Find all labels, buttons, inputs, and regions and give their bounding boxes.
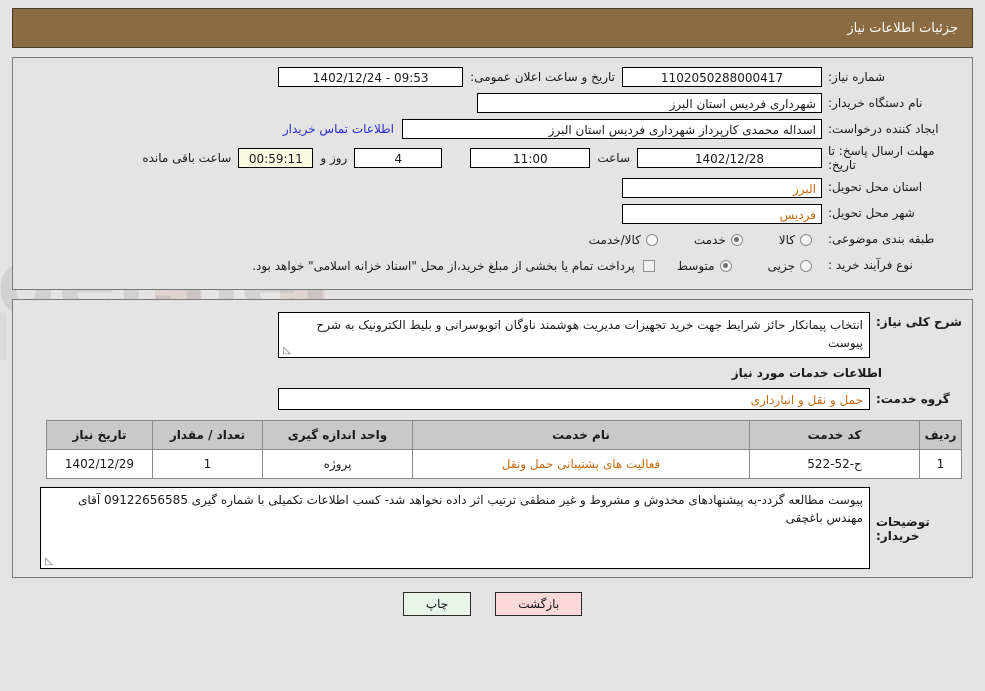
row-purchase-process: نوع فرآیند خرید : جزیی متوسط پرداخت تمام… <box>23 255 962 277</box>
category-option-khedmat[interactable]: خدمت <box>672 233 753 247</box>
category-option-kala-khedmat-label: کالا/خدمت <box>588 232 641 247</box>
services-section-title: اطلاعات خدمات مورد نیاز <box>731 365 882 380</box>
service-group-label: گروه خدمت: <box>876 391 950 406</box>
province-label: استان محل تحویل: <box>828 180 923 195</box>
public-announce-value: 09:53 - 1402/12/24 <box>278 67 464 87</box>
titlebar-container: جزئیات اطلاعات نیاز <box>0 0 985 48</box>
row-response-deadline: مهلت ارسال پاسخ: تا تاریخ: 1402/12/28 سا… <box>23 144 962 173</box>
treasury-checkbox[interactable] <box>642 259 655 272</box>
deadline-label: مهلت ارسال پاسخ: تا تاریخ: <box>828 144 935 173</box>
row-need-number: شماره نیاز: 1102050288000417 تاریخ و ساع… <box>23 66 962 88</box>
page-titlebar: جزئیات اطلاعات نیاز <box>12 8 973 48</box>
remaining-timer-value: 00:59:11 <box>238 148 314 169</box>
table-header-service-code: کد خدمت <box>749 419 920 450</box>
row-request-creator: ایجاد کننده درخواست: اسداله محمدی کارپرد… <box>23 118 962 140</box>
process-option-jozei-label: جزیی <box>767 258 795 273</box>
process-option-motevaset[interactable]: متوسط <box>655 259 742 273</box>
category-option-kala-label: کالا <box>778 232 795 247</box>
table-header-need-date: تاریخ نیاز <box>46 419 153 450</box>
resize-handle-icon-buyer[interactable]: ◺ <box>43 556 53 567</box>
category-option-kala-khedmat[interactable]: کالا/خدمت <box>567 233 668 247</box>
buyer-org-value: شهرداری فردیس استان البرز <box>477 93 822 113</box>
deadline-hour-value: 11:00 <box>470 148 591 169</box>
process-option-jozei[interactable]: جزیی <box>746 259 822 273</box>
buyer-notes-label: توضیحات خریدار: <box>876 514 930 543</box>
province-value: البرز <box>622 177 822 198</box>
radio-icon-khedmat[interactable] <box>730 233 743 246</box>
table-header-unit: واحد اندازه گیری <box>262 419 413 450</box>
table-header-service-name: نام خدمت <box>412 419 750 450</box>
buyer-org-label: نام دستگاه خریدار: <box>828 95 923 110</box>
resize-handle-icon[interactable]: ◺ <box>281 345 291 356</box>
cell-need-date: 1402/12/29 <box>46 448 153 479</box>
radio-icon-kala-khedmat[interactable] <box>645 233 658 246</box>
creator-label: ایجاد کننده درخواست: <box>828 121 939 136</box>
general-desc-label: شرح کلی نیاز: <box>876 314 962 329</box>
category-option-kala[interactable]: کالا <box>757 233 822 247</box>
general-desc-value: انتخاب پیمانکار حائز شرایط جهت خرید تجهی… <box>316 317 863 351</box>
general-desc-textarea[interactable]: انتخاب پیمانکار حائز شرایط جهت خرید تجهی… <box>278 311 870 358</box>
table-header-quantity: تعداد / مقدار <box>152 419 263 450</box>
cell-service-code: ح-52-522 <box>749 448 920 479</box>
cell-quantity: 1 <box>152 448 263 479</box>
print-button[interactable]: چاپ <box>402 591 472 616</box>
table-header-row: ردیف کد خدمت نام خدمت واحد اندازه گیری ت… <box>46 419 962 450</box>
back-button[interactable]: بازگشت <box>495 591 583 616</box>
deadline-hour-label: ساعت <box>597 151 630 166</box>
row-buyer-notes: توضیحات خریدار: پیوست مطالعه گردد-به پیش… <box>23 486 962 569</box>
remaining-days-label: روز و <box>320 151 348 166</box>
creator-value: اسداله محمدی کارپرداز شهرداری فردیس استا… <box>402 119 822 139</box>
table-row: 1 ح-52-522 فعالیت های پشتیبانی حمل ونقل … <box>46 448 962 479</box>
process-label: نوع فرآیند خرید : <box>828 258 913 273</box>
public-announce-label: تاریخ و ساعت اعلان عمومی: <box>470 70 615 84</box>
row-general-description: شرح کلی نیاز: انتخاب پیمانکار حائز شرایط… <box>23 311 962 358</box>
remaining-days-value: 4 <box>354 148 443 169</box>
row-delivery-city: شهر محل تحویل: فردیس <box>23 203 962 225</box>
remaining-timer-label: ساعت باقی مانده <box>142 151 232 166</box>
category-radio-group: کالا خدمت کالا/خدمت <box>567 233 822 247</box>
row-delivery-province: استان محل تحویل: البرز <box>23 177 962 199</box>
need-details-panel: شرح کلی نیاز: انتخاب پیمانکار حائز شرایط… <box>12 298 973 578</box>
radio-icon-kala[interactable] <box>800 233 812 246</box>
deadline-date-value: 1402/12/28 <box>637 148 822 169</box>
need-number-label: شماره نیاز: <box>828 69 885 84</box>
services-table: ردیف کد خدمت نام خدمت واحد اندازه گیری ت… <box>46 419 962 479</box>
process-option-motevaset-label: متوسط <box>676 258 715 273</box>
buyer-notes-value: پیوست مطالعه گردد-به پیشنهادهای مخدوش و … <box>78 492 863 526</box>
category-option-khedmat-label: خدمت <box>693 232 726 247</box>
category-label: طبقه بندی موضوعی: <box>828 232 935 247</box>
buyer-notes-textarea[interactable]: پیوست مطالعه گردد-به پیشنهادهای مخدوش و … <box>40 486 870 569</box>
row-service-group: گروه خدمت: حمل و نقل و انبارداری <box>23 387 962 410</box>
need-info-panel: شماره نیاز: 1102050288000417 تاریخ و ساع… <box>12 57 973 290</box>
table-header-row-no: ردیف <box>919 419 962 450</box>
row-buyer-org: نام دستگاه خریدار: شهرداری فردیس استان ا… <box>23 92 962 114</box>
row-subject-category: طبقه بندی موضوعی: کالا خدمت کالا/خدمت <box>23 229 962 251</box>
city-label: شهر محل تحویل: <box>828 206 915 221</box>
cell-row-no: 1 <box>919 448 962 479</box>
action-button-bar: بازگشت چاپ <box>0 591 985 628</box>
treasury-checkbox-label: پرداخت تمام یا بخشی از مبلغ خرید،از محل … <box>252 258 635 273</box>
process-radio-group: جزیی متوسط <box>655 259 822 273</box>
need-number-value: 1102050288000417 <box>622 67 822 87</box>
radio-icon-motevaset[interactable] <box>719 259 732 272</box>
radio-icon-jozei[interactable] <box>800 259 812 272</box>
cell-unit: پروژه <box>262 448 413 479</box>
service-group-value: حمل و نقل و انبارداری <box>278 387 870 410</box>
page-title: جزئیات اطلاعات نیاز <box>847 20 958 36</box>
city-value: فردیس <box>622 203 822 224</box>
cell-service-name: فعالیت های پشتیبانی حمل ونقل <box>412 448 750 479</box>
buyer-contact-link[interactable]: اطلاعات تماس خریدار <box>275 122 402 136</box>
